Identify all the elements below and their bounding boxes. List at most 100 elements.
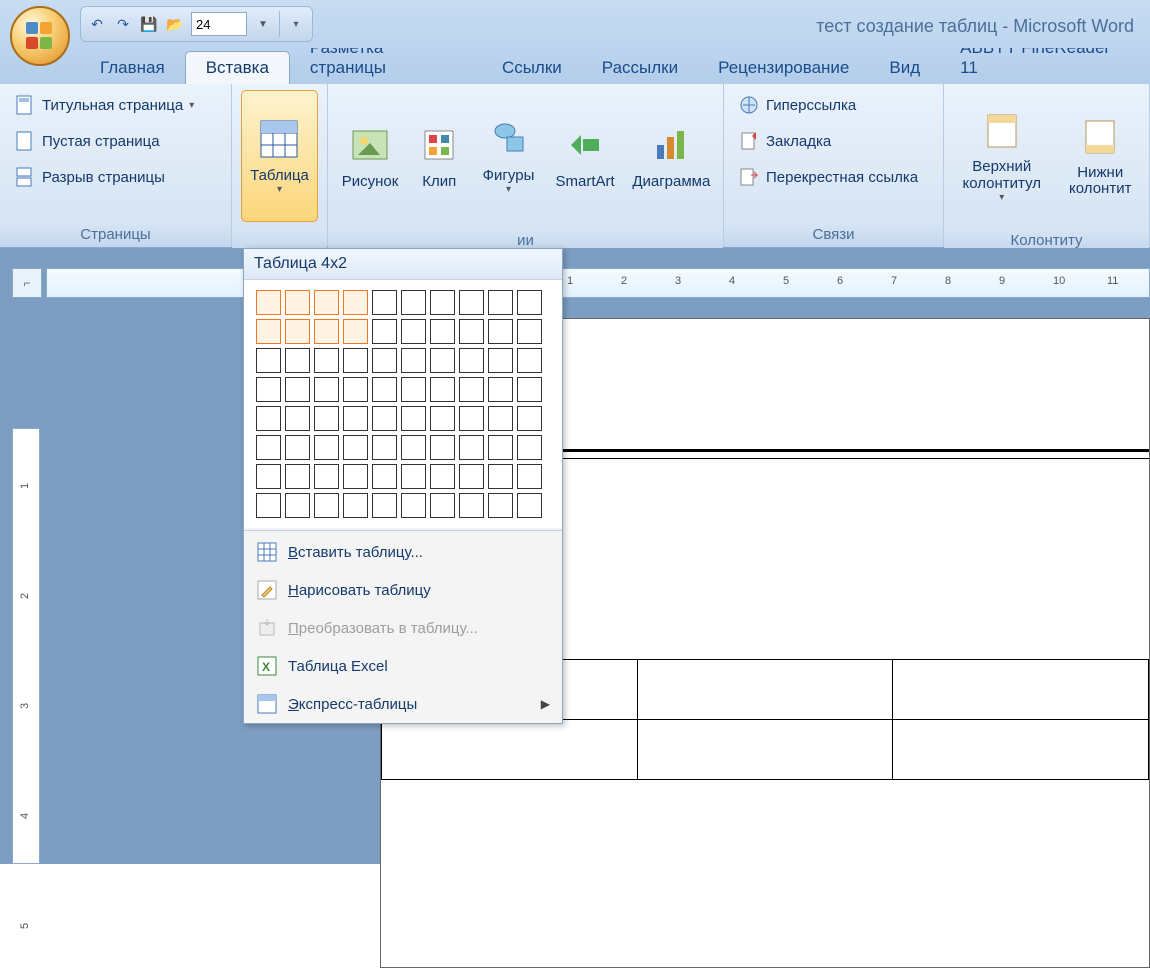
header-button[interactable]: Верхний колонтитул ▾ [950, 90, 1054, 222]
grid-cell[interactable] [285, 493, 310, 518]
crossref-button[interactable]: Перекрестная ссылка [730, 162, 926, 192]
grid-cell[interactable] [285, 406, 310, 431]
tab-ссылки[interactable]: Ссылки [482, 52, 582, 84]
grid-cell[interactable] [488, 348, 513, 373]
grid-cell[interactable] [343, 290, 368, 315]
grid-cell[interactable] [372, 377, 397, 402]
grid-cell[interactable] [285, 464, 310, 489]
footer-button[interactable]: Нижни колонтит [1058, 90, 1143, 222]
grid-cell[interactable] [401, 377, 426, 402]
grid-cell[interactable] [430, 348, 455, 373]
grid-cell[interactable] [256, 377, 281, 402]
grid-cell[interactable] [488, 406, 513, 431]
grid-cell[interactable] [430, 493, 455, 518]
grid-cell[interactable] [517, 290, 542, 315]
horizontal-ruler[interactable]: 1234567891011 [46, 268, 1150, 298]
grid-cell[interactable] [488, 435, 513, 460]
grid-cell[interactable] [430, 406, 455, 431]
ruler-corner[interactable]: ⌐ [12, 268, 42, 298]
grid-cell[interactable] [517, 464, 542, 489]
grid-cell[interactable] [314, 348, 339, 373]
grid-cell[interactable] [314, 319, 339, 344]
grid-cell[interactable] [401, 290, 426, 315]
grid-cell[interactable] [256, 319, 281, 344]
grid-cell[interactable] [343, 464, 368, 489]
grid-cell[interactable] [314, 290, 339, 315]
grid-cell[interactable] [517, 319, 542, 344]
shapes-button[interactable]: Фигуры ▾ [473, 90, 545, 222]
open-icon[interactable]: 📂 [165, 14, 185, 34]
grid-cell[interactable] [430, 319, 455, 344]
grid-cell[interactable] [285, 319, 310, 344]
grid-cell[interactable] [343, 435, 368, 460]
grid-cell[interactable] [401, 435, 426, 460]
grid-cell[interactable] [401, 348, 426, 373]
vertical-ruler[interactable]: 12345 [12, 428, 40, 864]
grid-cell[interactable] [488, 493, 513, 518]
tab-рассылки[interactable]: Рассылки [582, 52, 698, 84]
insert-table-item[interactable]: Вставить таблицу... [244, 533, 562, 571]
smartart-button[interactable]: SmartArt [549, 90, 622, 222]
grid-cell[interactable] [459, 348, 484, 373]
grid-cell[interactable] [372, 493, 397, 518]
grid-cell[interactable] [488, 290, 513, 315]
grid-cell[interactable] [488, 319, 513, 344]
grid-cell[interactable] [459, 290, 484, 315]
grid-cell[interactable] [372, 319, 397, 344]
tab-главная[interactable]: Главная [80, 52, 185, 84]
grid-cell[interactable] [372, 406, 397, 431]
grid-cell[interactable] [256, 348, 281, 373]
grid-cell[interactable] [343, 406, 368, 431]
table-button[interactable]: Таблица ▾ [241, 90, 318, 222]
page-break-button[interactable]: Разрыв страницы [6, 162, 202, 192]
grid-cell[interactable] [343, 377, 368, 402]
grid-cell[interactable] [459, 464, 484, 489]
grid-cell[interactable] [285, 290, 310, 315]
grid-cell[interactable] [256, 406, 281, 431]
grid-cell[interactable] [256, 464, 281, 489]
picture-button[interactable]: Рисунок [334, 90, 406, 222]
blank-page-button[interactable]: Пустая страница [6, 126, 202, 156]
grid-cell[interactable] [517, 406, 542, 431]
qat-customize-icon[interactable]: ▾ [286, 14, 306, 34]
save-icon[interactable]: 💾 [139, 14, 159, 34]
grid-cell[interactable] [256, 290, 281, 315]
hyperlink-button[interactable]: Гиперссылка [730, 90, 926, 120]
grid-cell[interactable] [517, 377, 542, 402]
grid-cell[interactable] [372, 435, 397, 460]
tab-вставка[interactable]: Вставка [185, 51, 290, 84]
grid-cell[interactable] [285, 348, 310, 373]
grid-cell[interactable] [488, 377, 513, 402]
grid-cell[interactable] [459, 493, 484, 518]
grid-cell[interactable] [517, 348, 542, 373]
grid-cell[interactable] [372, 464, 397, 489]
qat-dropdown-icon[interactable]: ▼ [253, 14, 273, 34]
grid-cell[interactable] [285, 377, 310, 402]
grid-cell[interactable] [401, 406, 426, 431]
grid-cell[interactable] [343, 348, 368, 373]
clip-button[interactable]: Клип [410, 90, 469, 222]
grid-cell[interactable] [401, 493, 426, 518]
grid-cell[interactable] [256, 493, 281, 518]
undo-icon[interactable]: ↶ [87, 14, 107, 34]
grid-cell[interactable] [285, 435, 310, 460]
chart-button[interactable]: Диаграмма [626, 90, 717, 222]
font-size-input[interactable] [191, 12, 247, 36]
grid-cell[interactable] [314, 377, 339, 402]
grid-cell[interactable] [517, 435, 542, 460]
grid-cell[interactable] [314, 406, 339, 431]
grid-cell[interactable] [430, 435, 455, 460]
cover-page-button[interactable]: Титульная страница ▾ [6, 90, 202, 120]
grid-cell[interactable] [401, 464, 426, 489]
grid-cell[interactable] [459, 435, 484, 460]
redo-icon[interactable]: ↷ [113, 14, 133, 34]
grid-cell[interactable] [314, 493, 339, 518]
grid-cell[interactable] [343, 493, 368, 518]
grid-cell[interactable] [459, 319, 484, 344]
grid-cell[interactable] [372, 290, 397, 315]
grid-cell[interactable] [372, 348, 397, 373]
grid-cell[interactable] [256, 435, 281, 460]
grid-cell[interactable] [314, 464, 339, 489]
grid-cell[interactable] [517, 493, 542, 518]
grid-cell[interactable] [401, 319, 426, 344]
